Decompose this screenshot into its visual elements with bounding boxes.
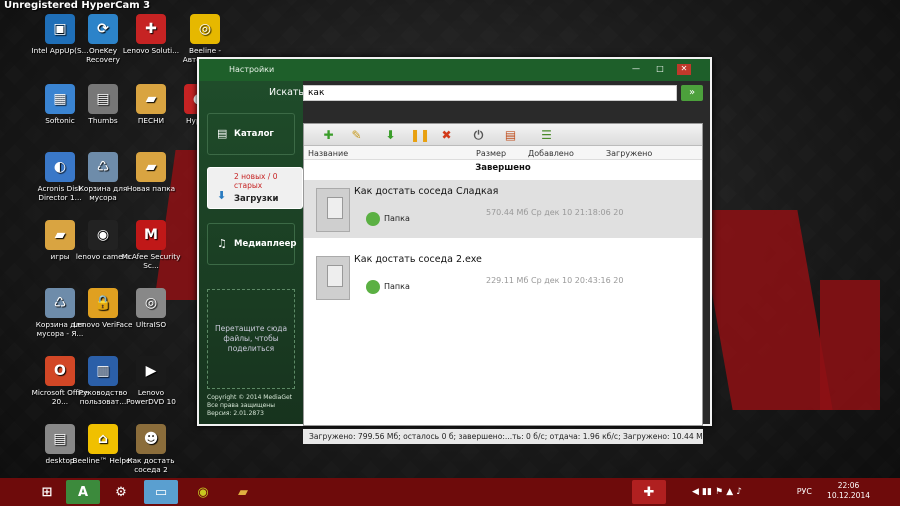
- wallpaper-red-shape: [820, 280, 880, 410]
- taskbar-app-icon[interactable]: ◉: [186, 480, 220, 504]
- window-title: Настройки: [229, 65, 275, 74]
- desktop-icon-image: ⌂: [88, 424, 118, 454]
- report-icon[interactable]: ▤: [502, 127, 519, 143]
- list-item[interactable]: Как достать соседа Сладкая Папка 570.44 …: [304, 180, 702, 238]
- desktop-icon-label: Lenovo Soluti...: [122, 46, 180, 55]
- desktop-icon-label: Новая папка: [126, 184, 176, 193]
- desktop-icon-image: ▥: [88, 356, 118, 386]
- file-icon: [316, 256, 350, 300]
- list-view-icon[interactable]: ☰: [538, 127, 555, 143]
- desktop-icon-image: ▤: [45, 424, 75, 454]
- add-icon[interactable]: ✚: [320, 127, 337, 143]
- power-icon[interactable]: ⏻: [470, 127, 487, 143]
- desktop-icon-label: Как достать соседа 2: [127, 456, 175, 474]
- close-icon[interactable]: ✕: [677, 64, 691, 75]
- list-item[interactable]: Как достать соседа 2.exe Папка 229.11 Мб…: [304, 248, 702, 306]
- item-size: 570.44 Мб: [486, 208, 529, 217]
- clock[interactable]: 22:06 10.12.2014: [827, 481, 870, 501]
- pause-icon[interactable]: ❚❚: [410, 127, 430, 143]
- desktop-icon-image: ✚: [136, 14, 166, 44]
- desktop-icon-image: ▰: [136, 84, 166, 114]
- delete-icon[interactable]: ✖: [438, 127, 455, 143]
- item-date: Ср дек 10 20:43:16 20: [531, 276, 624, 285]
- desktop-icon[interactable]: ✚ Lenovo Soluti...: [120, 14, 182, 55]
- column-header-added[interactable]: Добавлено: [528, 149, 574, 158]
- tray-icons[interactable]: ◀ ▮▮ ⚑ ▲ ♪: [672, 480, 762, 504]
- desktop-icon-image: ▰: [45, 220, 75, 250]
- file-icon: [316, 188, 350, 232]
- mediaget-window: Настройки — □ ✕ ▤ Каталог 2 новых / 0 ст…: [197, 57, 712, 444]
- start-download-icon[interactable]: ⬇: [382, 127, 399, 143]
- desktop-icon-image: ▤: [88, 84, 118, 114]
- desktop-icon-image: 🔒: [88, 288, 118, 318]
- taskbar: ⊞ A ⚙ ▭ ◉ ▰ ✚ ◀ ▮▮ ⚑ ▲ ♪ РУС 22:06 10.12…: [0, 478, 900, 506]
- desktop-icon[interactable]: M McAfee Security Sc...: [120, 220, 182, 270]
- open-folder-button[interactable]: Папка: [366, 280, 410, 294]
- main-area: Искать: как » ✚ ✎ ⬇ ❚❚ ✖ ⏻ ▤ ☰ Название …: [199, 81, 710, 444]
- column-header-name[interactable]: Название: [308, 149, 348, 158]
- minimize-icon[interactable]: —: [629, 64, 643, 75]
- start-button[interactable]: ⊞: [30, 480, 64, 504]
- desktop-icon-image: ◐: [45, 152, 75, 182]
- desktop-icon-image: O: [45, 356, 75, 386]
- magic-wand-icon[interactable]: ✎: [348, 127, 365, 143]
- open-folder-button[interactable]: Папка: [366, 212, 410, 226]
- desktop-icon-image: ♺: [45, 288, 75, 318]
- desktop-icon-label: UltraISO: [135, 320, 167, 329]
- desktop-icon-label: Lenovo PowerDVD 10: [126, 388, 176, 406]
- desktop-icon[interactable]: ◎ UltraISO: [120, 288, 182, 329]
- desktop-icon-image: ◎: [190, 14, 220, 44]
- desktop-icon-image: ▰: [136, 152, 166, 182]
- column-header-size[interactable]: Размер: [476, 149, 506, 158]
- desktop-icon[interactable]: ▶ Lenovo PowerDVD 10: [120, 356, 182, 406]
- desktop-icon[interactable]: ☻ Как достать соседа 2: [120, 424, 182, 474]
- column-headers: Название Размер Добавлено Загружено: [304, 146, 702, 160]
- downloads-panel: ✚ ✎ ⬇ ❚❚ ✖ ⏻ ▤ ☰ Название Размер Добавле…: [303, 123, 703, 426]
- file-explorer-icon[interactable]: ▰: [226, 480, 260, 504]
- language-indicator[interactable]: РУС: [797, 487, 812, 496]
- desktop-icon-image: M: [136, 220, 166, 250]
- desktop-icon-image: ♺: [88, 152, 118, 182]
- group-header: Завершено: [475, 163, 531, 173]
- search-button[interactable]: »: [681, 85, 703, 101]
- desktop-icon[interactable]: ▰ Новая папка: [120, 152, 182, 193]
- steam-icon[interactable]: ⚙: [104, 480, 138, 504]
- taskbar-app-icon[interactable]: ▭: [144, 480, 178, 504]
- watermark-text: Unregistered HyperCam 3: [4, 0, 151, 11]
- column-header-downloaded[interactable]: Загружено: [606, 149, 652, 158]
- search-input[interactable]: как: [303, 85, 677, 101]
- taskbar-app-icon[interactable]: ✚: [632, 480, 666, 504]
- maximize-icon[interactable]: □: [653, 64, 667, 75]
- desktop-icon-label: McAfee Security Sc...: [121, 252, 181, 270]
- desktop-icon-image: ▶: [136, 356, 166, 386]
- clock-date: 10.12.2014: [827, 491, 870, 500]
- title-bar[interactable]: Настройки — □ ✕: [199, 59, 710, 81]
- item-name: Как достать соседа 2.exe: [354, 254, 482, 265]
- toolbar: ✚ ✎ ⬇ ❚❚ ✖ ⏻ ▤ ☰: [304, 124, 702, 146]
- item-date: Ср дек 10 21:18:06 20: [531, 208, 624, 217]
- search-label: Искать:: [269, 87, 308, 98]
- desktop-icon-image: ⟳: [88, 14, 118, 44]
- clock-time: 22:06: [837, 481, 860, 490]
- item-name: Как достать соседа Сладкая: [354, 186, 499, 197]
- desktop-icon-image: ▣: [45, 14, 75, 44]
- desktop-icon-image: ◉: [88, 220, 118, 250]
- taskbar-app-icon[interactable]: A: [66, 480, 100, 504]
- item-size: 229.11 Мб: [486, 276, 529, 285]
- desktop-icon-image: ◎: [136, 288, 166, 318]
- desktop-icon-image: ☻: [136, 424, 166, 454]
- desktop-icon-image: ▦: [45, 84, 75, 114]
- status-bar: Загружено: 799.56 Мб; осталось 0 б; заве…: [303, 429, 703, 444]
